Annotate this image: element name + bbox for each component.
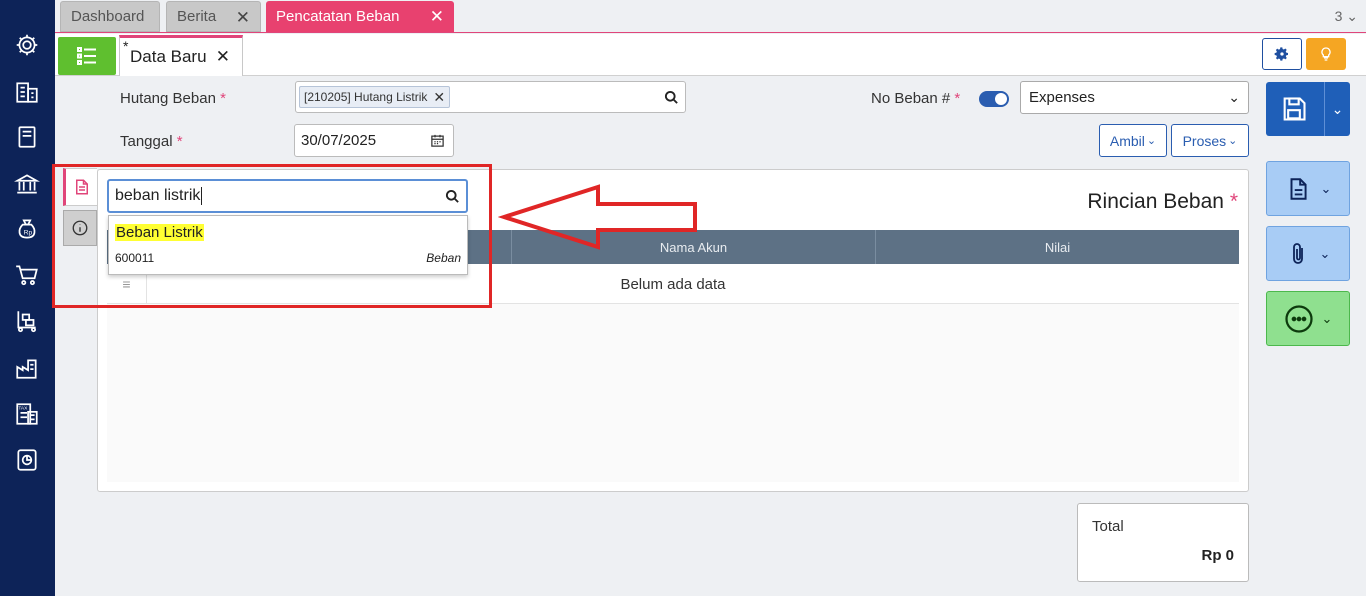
result-code: 600011 (115, 251, 155, 265)
chevron-down-icon: ⌄ (1321, 310, 1333, 326)
close-icon[interactable]: ✕ (430, 7, 444, 27)
save-button[interactable]: ⌄ (1266, 82, 1350, 136)
total-box: Total Rp 0 (1077, 503, 1249, 582)
bank-icon[interactable] (13, 170, 41, 198)
left-sidebar: Rp TAX (0, 0, 55, 596)
tab-bar: Dashboard Berita ✕ Pencatatan Beban ✕ 3 … (55, 0, 1366, 33)
svg-text:TAX: TAX (18, 406, 28, 412)
hutang-chip: [210205] Hutang Listrik ✕ (299, 86, 451, 108)
search-result-item[interactable]: Beban Listrik 600011 Beban (109, 216, 467, 274)
money-bag-icon[interactable]: Rp (13, 215, 41, 243)
save-icon (1283, 97, 1306, 121)
list-icon (77, 47, 96, 65)
chevron-down-icon: ⌄ (1320, 180, 1332, 196)
document-icon (75, 179, 88, 195)
save-dropdown-toggle[interactable]: ⌄ (1324, 82, 1350, 136)
close-icon[interactable]: ✕ (236, 8, 250, 28)
info-tab[interactable] (63, 210, 97, 246)
settings-button[interactable] (1262, 38, 1302, 70)
lightbulb-icon (1321, 47, 1331, 61)
more-icon (1284, 304, 1313, 333)
ambil-button[interactable]: Ambil ⌄ (1099, 124, 1167, 157)
no-beban-label: No Beban # * (871, 90, 961, 107)
cart-icon[interactable] (13, 261, 41, 289)
tab-dashboard[interactable]: Dashboard (60, 1, 160, 32)
detail-tab[interactable] (63, 168, 97, 206)
search-results-dropdown: Beban Listrik 600011 Beban (108, 215, 468, 275)
modified-mark: * (123, 38, 129, 54)
document-actions-button[interactable]: ⌄ (1266, 161, 1350, 216)
total-value: Rp 0 (1201, 547, 1234, 564)
tab-label: Berita (177, 8, 217, 25)
search-value: beban listrik (115, 187, 201, 204)
tab-pencatatan-beban[interactable]: Pencatatan Beban ✕ (266, 1, 454, 32)
info-icon (72, 220, 88, 236)
more-actions-button[interactable]: ⌄ (1266, 291, 1350, 346)
panel-title: Rincian Beban * (1087, 190, 1238, 213)
svg-text:Rp: Rp (24, 229, 33, 236)
tanggal-input[interactable]: 30/07/2025 (294, 124, 454, 157)
chevron-down-icon: ⌄ (1228, 135, 1238, 147)
tax-icon[interactable]: TAX (13, 400, 41, 428)
search-icon[interactable] (664, 90, 679, 105)
search-icon[interactable] (445, 189, 460, 204)
tanggal-label: Tanggal * (120, 133, 183, 150)
result-name: Beban Listrik (115, 224, 204, 241)
chip-label: [210205] Hutang Listrik (304, 90, 428, 104)
trolley-icon[interactable] (13, 307, 41, 335)
expenses-select[interactable]: Expenses ⌄ (1020, 81, 1249, 114)
report-icon[interactable] (13, 446, 41, 474)
column-header-nilai: Nilai (1044, 239, 1071, 255)
tab-label: Pencatatan Beban (276, 8, 400, 25)
close-icon[interactable]: ✕ (216, 47, 230, 67)
document-icon (1290, 177, 1307, 200)
remove-chip-icon[interactable]: ✕ (433, 89, 445, 106)
hutang-beban-field[interactable]: [210205] Hutang Listrik ✕ (295, 81, 686, 113)
factory-icon[interactable] (13, 354, 41, 382)
total-label: Total (1092, 518, 1124, 535)
select-value: Expenses (1029, 89, 1095, 106)
no-beban-toggle[interactable] (979, 91, 1009, 107)
tab-berita[interactable]: Berita ✕ (166, 1, 261, 32)
table-body-area (107, 304, 1239, 482)
chevron-down-icon: ⌄ (1228, 89, 1240, 105)
result-type: Beban (426, 251, 461, 265)
attachment-button[interactable]: ⌄ (1266, 226, 1350, 281)
chevron-down-icon: ⌄ (1319, 245, 1331, 261)
tab-label: Dashboard (71, 8, 145, 25)
tab-count: 3 (1334, 8, 1343, 24)
gear-icon[interactable] (13, 31, 41, 59)
book-icon[interactable] (13, 123, 41, 151)
chevron-down-icon: ⌄ (1146, 135, 1157, 147)
paperclip-icon (1292, 242, 1303, 264)
tab-count-dropdown[interactable]: 3 ⌄ (1335, 8, 1358, 25)
calendar-icon[interactable] (430, 133, 445, 148)
tips-button[interactable] (1306, 38, 1346, 70)
main-content: Hutang Beban * [210205] Hutang Listrik ✕… (55, 76, 1366, 596)
doc-tab-label: Data Baru (130, 47, 207, 66)
building-icon[interactable] (13, 78, 41, 106)
account-search-input[interactable]: beban listrik (107, 179, 468, 213)
proses-label: Proses (1182, 132, 1227, 149)
gear-icon (1274, 47, 1288, 61)
ambil-label: Ambil (1109, 132, 1145, 149)
tanggal-value: 30/07/2025 (301, 132, 377, 149)
doc-tab-data-baru[interactable]: * Data Baru ✕ (119, 35, 243, 76)
document-bar: * Data Baru ✕ (55, 34, 1366, 76)
hutang-beban-label: Hutang Beban * (120, 90, 226, 107)
proses-button[interactable]: Proses ⌄ (1171, 124, 1249, 157)
column-header-nama-akun: Nama Akun (512, 230, 876, 264)
list-menu-button[interactable] (58, 37, 116, 75)
